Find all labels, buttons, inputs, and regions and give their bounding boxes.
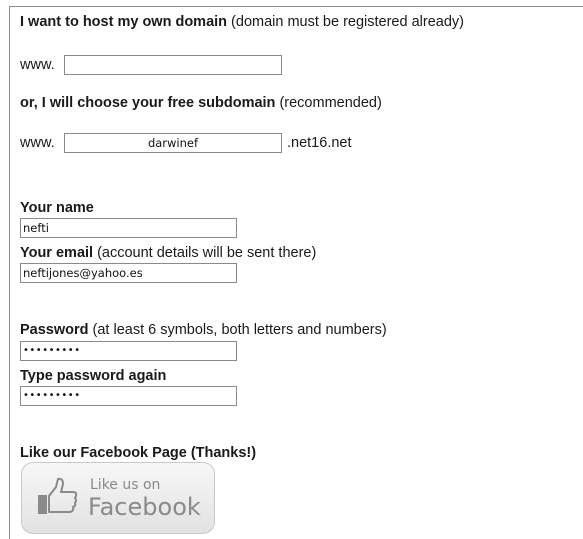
facebook-button-big-text: Facebook: [88, 493, 201, 521]
own-domain-prefix: www.: [20, 57, 55, 73]
subdomain-suffix: .net16.net: [287, 135, 352, 151]
password-label: Password (at least 6 symbols, both lette…: [20, 322, 387, 338]
password-again-input[interactable]: •••••••••: [20, 386, 237, 406]
name-input[interactable]: nefti: [20, 218, 237, 238]
email-label: Your email (account details will be sent…: [20, 245, 317, 261]
name-label: Your name: [20, 200, 94, 216]
own-domain-input[interactable]: [64, 55, 282, 75]
facebook-button-small-text: Like us on: [90, 477, 161, 493]
subdomain-input[interactable]: darwinef: [64, 133, 282, 153]
thumbs-up-icon: [36, 477, 80, 521]
facebook-heading: Like our Facebook Page (Thanks!): [20, 445, 257, 461]
facebook-like-button[interactable]: Like us on Facebook: [21, 462, 215, 534]
subdomain-heading: or, I will choose your free subdomain (r…: [20, 95, 382, 111]
own-domain-heading: I want to host my own domain (domain mus…: [20, 14, 464, 30]
password-input[interactable]: •••••••••: [20, 341, 237, 361]
password-again-label: Type password again: [20, 368, 167, 384]
subdomain-prefix: www.: [20, 135, 55, 151]
email-input[interactable]: neftijones@yahoo.es: [20, 263, 237, 283]
